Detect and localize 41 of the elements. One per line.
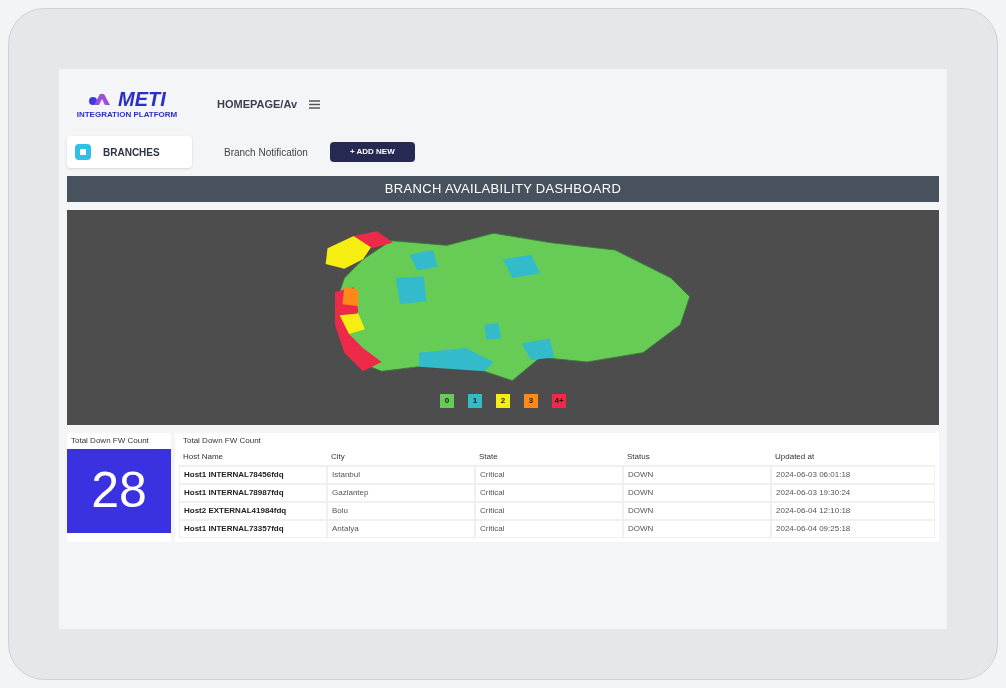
table-cell: Critical bbox=[475, 519, 623, 538]
table-cell: DOWN bbox=[623, 501, 771, 520]
table-cell: Host1 INTERNAL78456fdq bbox=[179, 465, 327, 484]
dashboard-title: BRANCH AVAILABILITY DASHBOARD bbox=[67, 176, 939, 202]
table-cell: Host2 EXTERNAL41984fdq bbox=[179, 501, 327, 520]
legend-swatch: 1 bbox=[468, 393, 482, 408]
legend-swatch: 0 bbox=[440, 393, 454, 408]
column-header: Status bbox=[623, 448, 771, 466]
sidebar-item[interactable]: BRANCHES bbox=[67, 136, 192, 168]
logo-subtitle: INTEGRATION PLATFORM bbox=[76, 108, 178, 121]
column-header: Updated at bbox=[771, 448, 935, 466]
logo-text: METI bbox=[118, 88, 166, 109]
table-cell: Host1 INTERNAL78987fdq bbox=[179, 483, 327, 502]
table-cell: DOWN bbox=[623, 465, 771, 484]
section-title: Branch Notification bbox=[224, 145, 308, 160]
table-cell: Istanbul bbox=[327, 465, 475, 484]
table-cell: Host1 INTERNAL73357fdq bbox=[179, 519, 327, 538]
table-cell: 2024-06-03 19:30:24 bbox=[771, 483, 935, 502]
column-header: Host Name bbox=[179, 448, 327, 466]
table-title: Total Down FW Count bbox=[182, 434, 262, 447]
column-header: State bbox=[475, 448, 623, 466]
count-tile: 28 bbox=[67, 448, 171, 533]
table-cell: 2024-06-03 06:01:18 bbox=[771, 465, 935, 484]
legend-swatch: 2 bbox=[496, 393, 510, 408]
table-cell: DOWN bbox=[623, 483, 771, 502]
table-cell: Critical bbox=[475, 483, 623, 502]
table-cell: 2024-06-04 09:25:18 bbox=[771, 519, 935, 538]
menu-icon[interactable] bbox=[309, 100, 321, 109]
table-cell: DOWN bbox=[623, 519, 771, 538]
legend-swatch: 3 bbox=[524, 393, 538, 408]
add-new-button[interactable]: + ADD NEW bbox=[329, 142, 415, 162]
breadcrumb[interactable]: HOMEPAGE/Av bbox=[217, 96, 298, 113]
table-cell: Antalya bbox=[327, 519, 475, 538]
table-cell: Gaziantep bbox=[327, 483, 475, 502]
table-cell: Critical bbox=[475, 465, 623, 484]
count-title: Total Down FW Count bbox=[70, 434, 150, 447]
table-cell: Critical bbox=[475, 501, 623, 520]
legend-swatch: 4+ bbox=[552, 393, 566, 408]
table-cell: Bolu bbox=[327, 501, 475, 520]
table-cell: 2024-06-04 12:10:18 bbox=[771, 501, 935, 520]
column-header: City bbox=[327, 448, 475, 466]
